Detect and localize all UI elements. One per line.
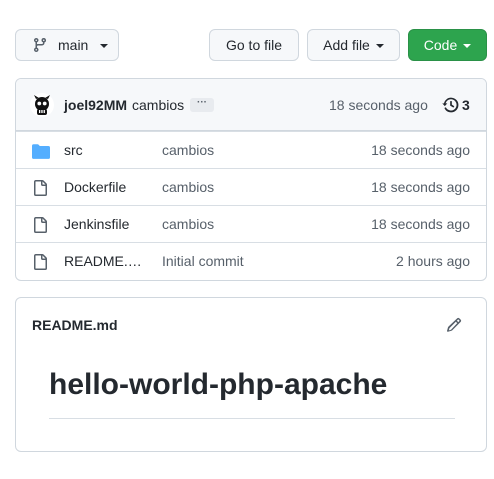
- add-file-label: Add file: [323, 37, 370, 53]
- code-label: Code: [423, 37, 458, 53]
- code-button[interactable]: Code: [408, 29, 487, 61]
- avatar[interactable]: [30, 93, 54, 117]
- file-icon: [34, 180, 47, 196]
- skull-avatar-icon: [34, 95, 50, 115]
- chevron-down-icon: [463, 44, 472, 48]
- file-commit-message[interactable]: cambios: [162, 179, 214, 195]
- file-name-link[interactable]: src: [64, 142, 148, 158]
- go-to-file-button[interactable]: Go to file: [209, 29, 299, 61]
- file-icon: [34, 217, 47, 233]
- file-name-link[interactable]: README.…: [64, 253, 148, 269]
- heading-divider: [49, 418, 455, 419]
- file-commit-time: 18 seconds ago: [371, 216, 470, 232]
- file-name-link[interactable]: Jenkinsfile: [64, 216, 148, 232]
- chevron-down-icon: [100, 44, 109, 48]
- branch-select-button[interactable]: main: [15, 29, 119, 61]
- commit-expand-button[interactable]: ···: [190, 98, 214, 112]
- file-icon: [34, 254, 47, 270]
- file-row-src[interactable]: src cambios 18 seconds ago: [16, 131, 486, 168]
- file-commit-message[interactable]: Initial commit: [162, 253, 244, 269]
- add-file-button[interactable]: Add file: [307, 29, 400, 61]
- latest-commit-bar: joel92MM cambios ··· 18 seconds ago 3: [16, 79, 486, 131]
- go-to-file-label: Go to file: [225, 37, 283, 53]
- branch-label: main: [58, 37, 89, 53]
- folder-icon: [32, 144, 50, 159]
- file-row-readme[interactable]: README.… Initial commit 2 hours ago: [16, 242, 486, 279]
- file-browser: joel92MM cambios ··· 18 seconds ago 3 sr…: [15, 78, 487, 281]
- file-name-link[interactable]: Dockerfile: [64, 179, 148, 195]
- file-commit-time: 18 seconds ago: [371, 142, 470, 158]
- chevron-down-icon: [375, 44, 384, 48]
- file-row-dockerfile[interactable]: Dockerfile cambios 18 seconds ago: [16, 168, 486, 205]
- git-branch-icon: [34, 37, 46, 53]
- commit-message-link[interactable]: cambios: [132, 97, 184, 113]
- file-commit-message[interactable]: cambios: [162, 216, 214, 232]
- file-commit-time: 2 hours ago: [396, 253, 470, 269]
- commit-time[interactable]: 18 seconds ago: [329, 97, 428, 113]
- file-row-jenkinsfile[interactable]: Jenkinsfile cambios 18 seconds ago: [16, 205, 486, 242]
- commit-author-link[interactable]: joel92MM: [64, 97, 127, 113]
- readme-title[interactable]: README.md: [32, 317, 118, 333]
- file-commit-time: 18 seconds ago: [371, 179, 470, 195]
- pencil-icon[interactable]: [446, 317, 462, 333]
- readme-panel: README.md hello-world-php-apache: [15, 297, 487, 452]
- history-icon[interactable]: [442, 96, 460, 114]
- commit-count[interactable]: 3: [462, 97, 470, 113]
- readme-heading: hello-world-php-apache: [49, 368, 388, 401]
- file-commit-message[interactable]: cambios: [162, 142, 214, 158]
